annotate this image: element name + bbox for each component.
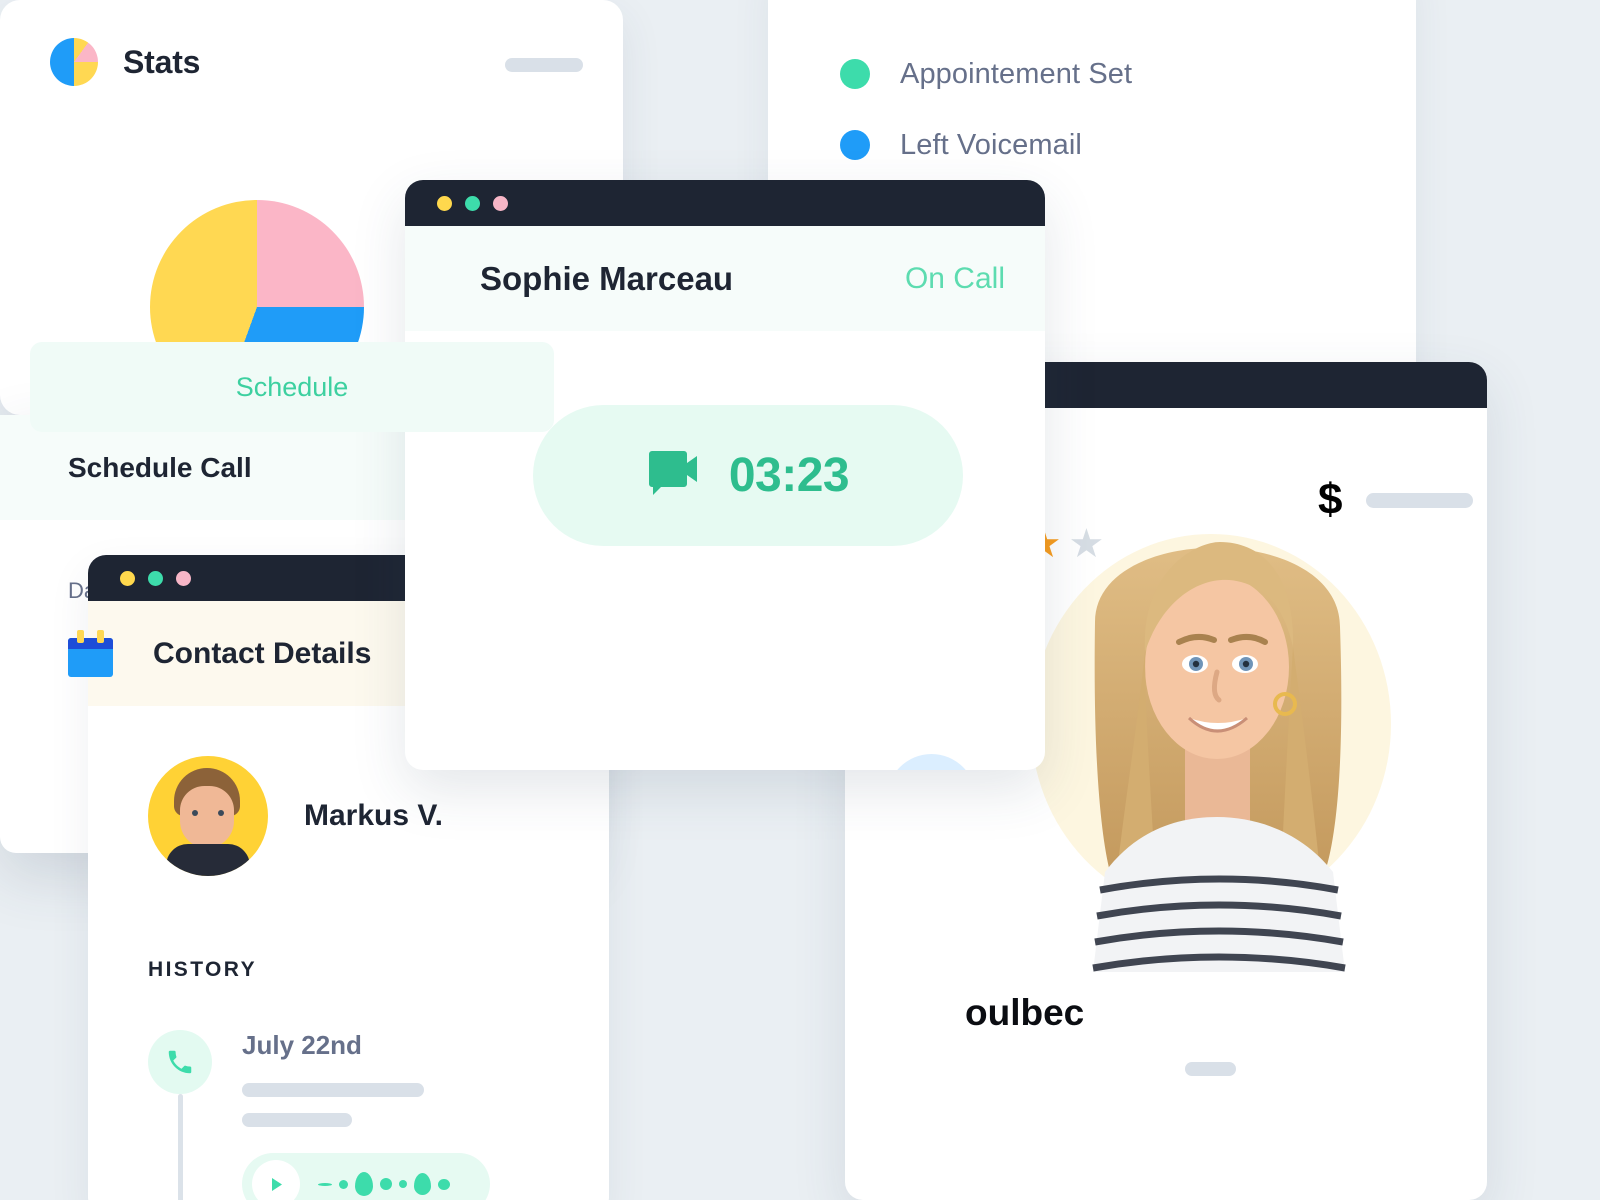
- video-camera-icon: [647, 450, 699, 501]
- mute-button[interactable]: [887, 754, 976, 770]
- audio-player[interactable]: [242, 1153, 490, 1200]
- window-dot-yellow[interactable]: [120, 570, 135, 586]
- waveform: [318, 1172, 450, 1196]
- history-placeholder-line-2: [242, 1113, 352, 1127]
- profile-name: oulbec: [965, 992, 1085, 1033]
- schedule-button[interactable]: Schedule: [30, 342, 554, 432]
- window-dot-yellow[interactable]: [437, 195, 452, 211]
- schedule-button-label: Schedule: [235, 371, 349, 402]
- profile-photo: [1045, 472, 1390, 972]
- contact-details-title: Contact Details: [153, 636, 372, 670]
- caller-name: Sophie Marceau: [480, 259, 734, 297]
- contact-name: Markus V.: [304, 799, 443, 832]
- window-titlebar: [405, 180, 1045, 226]
- window-dot-pink[interactable]: [176, 570, 191, 586]
- call-timer: 03:23: [533, 405, 963, 546]
- schedule-modal-title: Schedule Call: [68, 451, 252, 483]
- screenshot-canvas: Appointement Set Left Voicemail Sent Ema…: [0, 0, 1600, 1200]
- list-item[interactable]: July 22nd: [148, 1030, 609, 1200]
- window-dot-pink[interactable]: [493, 195, 508, 211]
- contact-details-body: Markus V. HISTORY July 22nd: [88, 706, 609, 1200]
- calendar-icon: [68, 630, 113, 677]
- legend-dot-blue: [840, 130, 870, 160]
- play-icon[interactable]: [252, 1160, 300, 1200]
- call-header: Sophie Marceau On Call: [405, 226, 1045, 331]
- history-section-label: HISTORY: [148, 958, 257, 981]
- window-dot-green[interactable]: [465, 195, 480, 211]
- history-date: July 22nd: [242, 1030, 362, 1060]
- contact-summary-row: Markus V.: [148, 756, 609, 876]
- minimize-placeholder-bar[interactable]: [505, 58, 583, 72]
- call-status-badge: On Call: [904, 261, 1005, 295]
- stats-card-header: Stats: [0, 0, 623, 86]
- pie-chart-icon: [50, 38, 98, 86]
- history-placeholder-line-1: [242, 1083, 424, 1097]
- avatar: [148, 756, 268, 876]
- legend-label: Appointement Set: [900, 57, 1133, 90]
- page-title: Stats: [123, 43, 201, 80]
- legend-item-appointment-set[interactable]: Appointement Set: [840, 52, 1416, 96]
- legend-label: Left Voicemail: [900, 128, 1082, 161]
- profile-subtitle-placeholder: [1185, 1062, 1236, 1076]
- phone-icon: [148, 1030, 212, 1094]
- call-timer-value: 03:23: [728, 449, 850, 502]
- legend-dot-green: [840, 59, 870, 89]
- legend-item-left-voicemail[interactable]: Left Voicemail: [840, 123, 1416, 167]
- active-call-window: Sophie Marceau On Call 03:23: [405, 180, 1045, 770]
- history-icon-column: [148, 1030, 212, 1200]
- timeline-connector: [178, 1094, 183, 1200]
- history-entry-content: July 22nd: [242, 1030, 490, 1200]
- window-dot-green[interactable]: [148, 570, 163, 586]
